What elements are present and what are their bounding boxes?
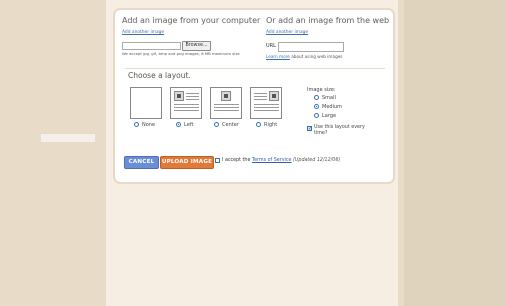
layout-left-preview[interactable] bbox=[170, 87, 202, 119]
upload-title: Add an image from your computer bbox=[122, 16, 261, 25]
size-small-radio[interactable] bbox=[314, 95, 319, 100]
accept-terms-text: I accept the Terms of Service (Updated 1… bbox=[222, 158, 340, 163]
image-placeholder-icon bbox=[221, 91, 231, 101]
layout-center-radio[interactable] bbox=[214, 122, 219, 127]
web-title: Or add an image from the web bbox=[266, 16, 390, 25]
upload-image-button[interactable]: UPLOAD IMAGE bbox=[160, 156, 214, 169]
layout-none-preview[interactable] bbox=[130, 87, 162, 119]
learn-more-text: Learn more about using web images bbox=[266, 54, 343, 59]
learn-more-link[interactable]: Learn more bbox=[266, 54, 290, 59]
section-divider bbox=[125, 68, 385, 69]
layout-none-label: None bbox=[142, 122, 156, 128]
layout-left-label: Left bbox=[184, 122, 194, 128]
accept-prefix: I accept the bbox=[222, 158, 252, 163]
browse-button[interactable]: Browse... bbox=[182, 41, 211, 51]
layout-left-radio[interactable] bbox=[176, 122, 181, 127]
add-another-web-image-link[interactable]: Add another image bbox=[266, 30, 308, 35]
terms-of-service-link[interactable]: Terms of Service bbox=[252, 158, 292, 163]
size-medium-label: Medium bbox=[322, 104, 342, 110]
terms-updated-date: (Updated 12/12/06) bbox=[293, 158, 341, 163]
file-type-note: We accept jpg, gif, bmp and png images, … bbox=[122, 51, 240, 56]
size-large-label: Large bbox=[322, 113, 337, 119]
layout-right-preview[interactable] bbox=[250, 87, 282, 119]
layout-center-label: Center bbox=[222, 122, 239, 128]
image-placeholder-icon bbox=[269, 91, 279, 101]
file-path-input[interactable] bbox=[122, 42, 181, 50]
accept-terms-checkbox[interactable] bbox=[215, 158, 220, 163]
url-label: URL bbox=[266, 43, 276, 49]
size-large-radio[interactable] bbox=[314, 113, 319, 118]
remember-layout-checkbox[interactable]: ✓ bbox=[307, 126, 312, 132]
image-size-title: Image size: bbox=[307, 87, 336, 93]
url-input[interactable] bbox=[278, 42, 344, 52]
learn-more-rest: about using web images bbox=[289, 54, 343, 59]
upload-dialog: Add an image from your computer Add anot… bbox=[113, 8, 395, 184]
add-another-image-link[interactable]: Add another image bbox=[122, 30, 164, 35]
layout-title: Choose a layout. bbox=[128, 71, 191, 80]
right-background bbox=[404, 0, 506, 306]
layout-right-radio[interactable] bbox=[256, 122, 261, 127]
remember-layout-label: Use this layout every time? bbox=[314, 125, 365, 136]
layout-right-label: Right bbox=[264, 122, 278, 128]
cancel-button[interactable]: CANCEL bbox=[124, 156, 159, 169]
size-medium-radio[interactable] bbox=[314, 104, 319, 109]
layout-none-radio[interactable] bbox=[134, 122, 139, 127]
image-placeholder-icon bbox=[174, 91, 184, 101]
left-stub bbox=[41, 134, 95, 142]
size-small-label: Small bbox=[322, 95, 336, 101]
layout-center-preview[interactable] bbox=[210, 87, 242, 119]
